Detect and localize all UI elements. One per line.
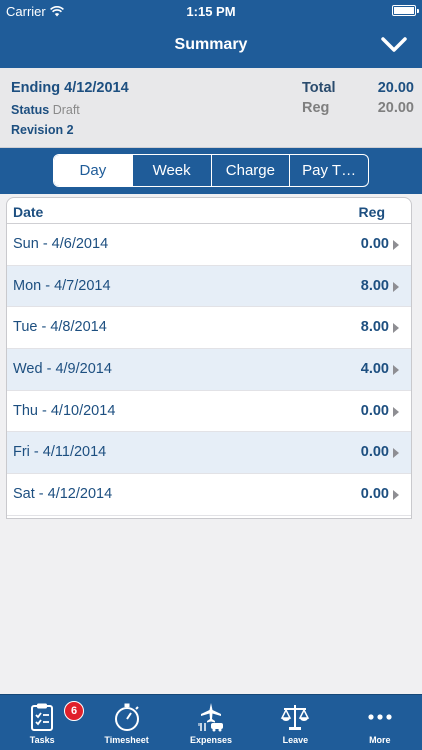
disclosure-arrow-icon [393, 281, 399, 292]
status-bar: Carrier 1:15 PM [0, 0, 422, 22]
tab-label: Timesheet [104, 735, 149, 745]
tab-label: More [369, 735, 391, 745]
reg-label: Reg [302, 100, 330, 116]
battery-icon [392, 5, 419, 16]
clipboard-icon [31, 703, 54, 731]
tab-expenses[interactable]: Expenses [169, 695, 253, 750]
row-date: Sun - 4/6/2014 [13, 236, 109, 252]
chevron-down-icon[interactable] [380, 32, 408, 58]
page-title: Summary [174, 36, 248, 53]
segment-pay-type[interactable]: Pay T… [289, 155, 368, 186]
table-row[interactable]: Tue - 4/8/2014 8.00 [7, 307, 411, 350]
tab-bar: 6 Tasks Timesheet Expenses Leave More [0, 694, 422, 750]
view-segmented-control: Day Week Charge Pay T… [53, 154, 369, 187]
revision-label: Revision 2 [11, 123, 74, 137]
stopwatch-icon [114, 703, 139, 731]
travel-icon [198, 703, 224, 732]
row-reg-value: 0.00 [360, 486, 389, 503]
row-reg-value: 0.00 [360, 402, 389, 419]
row-date: Wed - 4/9/2014 [13, 361, 112, 378]
more-dots-icon [368, 714, 392, 720]
total-value: 20.00 [377, 80, 414, 96]
table-row[interactable]: Fri - 4/11/2014 0.00 [7, 432, 411, 475]
row-date: Sat - 4/12/2014 [13, 486, 113, 503]
tab-more[interactable]: More [338, 695, 422, 750]
reg-value: 20.00 [377, 100, 414, 116]
total-label: Total [302, 80, 336, 96]
row-reg-value: 0.00 [360, 236, 389, 252]
segment-week[interactable]: Week [131, 155, 211, 186]
row-date: Tue - 4/8/2014 [13, 319, 107, 336]
row-date: Fri - 4/11/2014 [13, 444, 107, 461]
table-row[interactable]: Sun - 4/6/2014 0.00 [7, 224, 411, 266]
row-reg-value: 8.00 [360, 277, 389, 294]
status-label: Status [11, 103, 50, 117]
disclosure-arrow-icon [393, 365, 399, 376]
row-reg-value: 8.00 [360, 319, 389, 336]
segment-day[interactable]: Day [54, 155, 132, 186]
status-line: Status Draft [11, 103, 80, 117]
tab-label: Expenses [190, 735, 233, 745]
view-selector-bar: Day Week Charge Pay T… [0, 148, 422, 194]
disclosure-arrow-icon [393, 240, 399, 250]
disclosure-arrow-icon [393, 406, 399, 417]
tab-label: Leave [282, 735, 309, 745]
navigation-bar: Summary [0, 22, 422, 68]
disclosure-arrow-icon [393, 448, 399, 459]
disclosure-arrow-icon [393, 323, 399, 334]
row-reg-value: 0.00 [360, 444, 389, 461]
tab-timesheet[interactable]: Timesheet [84, 695, 168, 750]
row-date: Mon - 4/7/2014 [13, 277, 111, 294]
status-value: Draft [52, 103, 80, 117]
tab-tasks[interactable]: 6 Tasks [0, 695, 84, 750]
table-row[interactable]: Sat - 4/12/2014 0.00 [7, 474, 411, 516]
column-header-date: Date [13, 204, 44, 220]
notification-badge: 6 [64, 701, 84, 721]
scales-icon [281, 705, 310, 730]
period-ending: Ending 4/12/2014 [11, 80, 129, 96]
tab-label: Tasks [29, 735, 55, 745]
row-date: Thu - 4/10/2014 [13, 402, 116, 419]
column-header-reg: Reg [358, 204, 385, 220]
segment-charge[interactable]: Charge [210, 155, 290, 186]
table-row[interactable]: Mon - 4/7/2014 8.00 [7, 265, 411, 308]
clock: 1:15 PM [186, 4, 236, 19]
tab-leave[interactable]: Leave [253, 695, 337, 750]
row-reg-value: 4.00 [360, 361, 389, 378]
table-row[interactable]: Thu - 4/10/2014 0.00 [7, 391, 411, 433]
disclosure-arrow-icon [393, 490, 399, 501]
table-row[interactable]: Wed - 4/9/2014 4.00 [7, 349, 411, 391]
timesheet-summary: Ending 4/12/2014 Status Draft Revision 2… [0, 68, 422, 148]
daily-hours-table: Date Reg Sun - 4/6/2014 0.00 Mon - 4/7/2… [6, 197, 412, 519]
table-header: Date Reg [7, 198, 411, 224]
